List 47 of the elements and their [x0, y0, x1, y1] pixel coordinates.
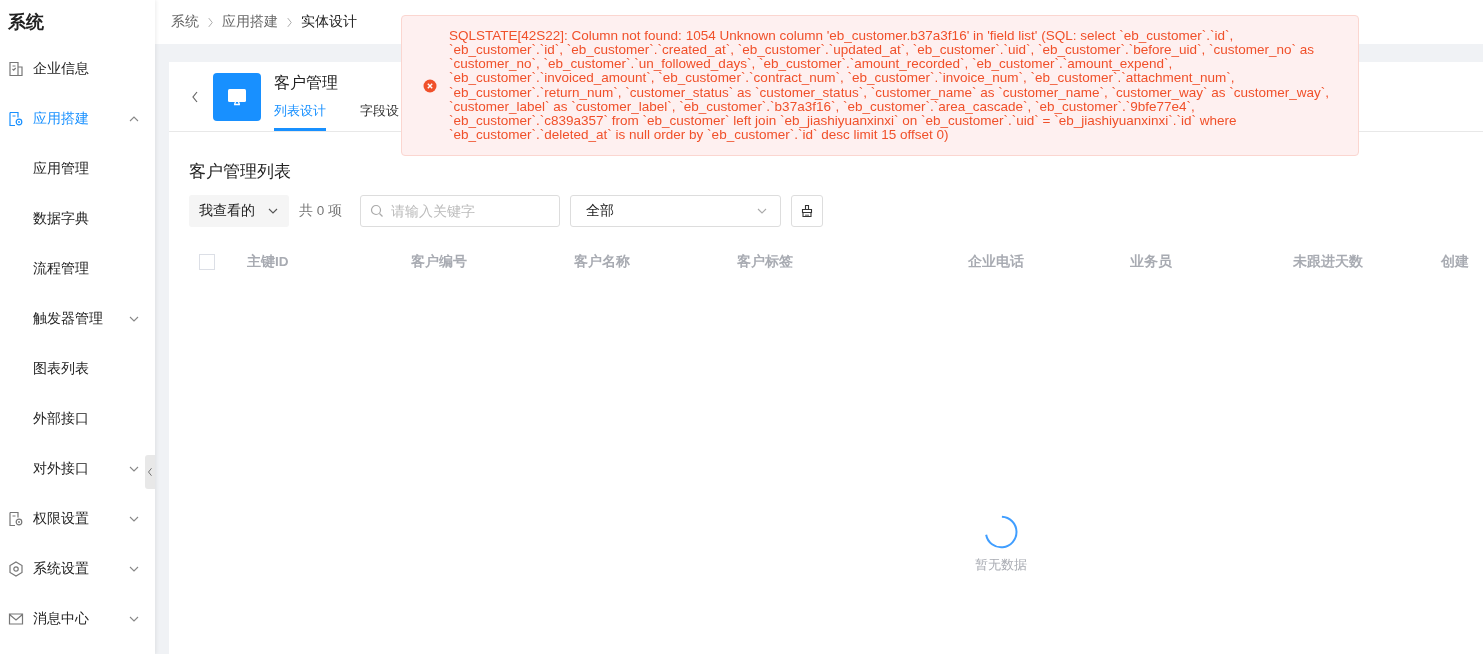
clear-button[interactable]	[791, 195, 823, 227]
sidebar-item[interactable]: 触发器管理	[0, 294, 145, 344]
sidebar-item[interactable]: 权限设置	[0, 494, 145, 544]
tab[interactable]: 字段设	[360, 102, 399, 131]
collapse-handle[interactable]	[145, 455, 155, 489]
column-header: 未跟进天数	[1293, 253, 1364, 271]
error-icon	[423, 78, 437, 93]
entity-title: 客户管理	[274, 73, 339, 93]
breadcrumb-item[interactable]: 系统	[171, 13, 199, 31]
back-icon[interactable]	[191, 90, 199, 103]
sidebar-item[interactable]: 企业信息	[0, 44, 145, 94]
column-header: 创建	[1441, 253, 1470, 271]
loading-spinner-icon	[983, 514, 1019, 550]
column-header: 客户编号	[411, 253, 468, 271]
breadcrumb-item[interactable]: 应用搭建	[222, 13, 278, 31]
filter-dropdown[interactable]: 我查看的	[189, 195, 289, 227]
breadcrumb-item: 实体设计	[301, 13, 357, 31]
column-header: 客户标签	[737, 253, 794, 271]
document-icon	[8, 61, 24, 77]
search-field[interactable]: 请输入关键字	[360, 195, 560, 227]
select-dropdown[interactable]: 全部	[570, 195, 781, 227]
sidebar-item[interactable]: 图表列表	[0, 344, 145, 394]
mail-icon	[8, 611, 24, 627]
chevron-right-icon	[286, 16, 293, 28]
sidebar-item[interactable]: 流程管理	[0, 244, 145, 294]
document-gear-icon	[8, 111, 24, 127]
error-text: SQLSTATE[42S22]: Column not found: 1054 Unknown column 'eb_customer.b37a3f16' in 'field list' (SQL: select `eb_customer`.`id`, `eb_customer`.`id`, `eb_customer`.`created_at`, `eb_customer`.`updated_at`, `eb_customer`.`uid`, `eb_customer`.`before_uid`, `customer_no` as `customer_no`, `eb_customer`.`un_followed_days`, `eb_customer`.`amount_recorded`, `eb_customer`.`amount_expend`, `eb_customer`.`invoiced_amount`, `eb_customer`.`contract_num`, `eb_customer`.`invoice_num`, `eb_customer`.`attachment_num`, `eb_customer`.`return_num`, `customer_status` as `customer_status`, `customer_name` as `customer_name`, `customer_way` as `customer_way`, `customer_label` as `customer_label`, `eb_customer`.`b37a3f16`, `eb_customer`.`area_cascade`, `eb_customer`.`9bfe77e4`, `eb_customer`.`c839a357` from `eb_customer` left join `eb_jiashiyuanxinxi` on `eb_customer`.`uid` = `eb_jiashiyuanxinxi`.`id` where `eb_customer`.`deleted_at` is null order by `eb_customer`.`id` desc limit 15 offset 0)	[449, 28, 1331, 143]
column-header: 客户名称	[574, 253, 631, 271]
column-header: 主键ID	[247, 253, 290, 271]
sidebar-item[interactable]: 应用管理	[0, 144, 145, 194]
sidebar-item[interactable]: 系统设置	[0, 544, 145, 594]
settings-icon	[8, 561, 24, 577]
chevron-right-icon	[207, 16, 214, 28]
column-header: 业务员	[1130, 253, 1173, 271]
checkbox[interactable]	[199, 254, 215, 270]
document-gear-icon	[8, 511, 24, 527]
list-title: 客户管理列表	[189, 161, 292, 183]
sidebar-item[interactable]: 外部接口	[0, 394, 145, 444]
empty-text: 暂无数据	[975, 556, 1027, 574]
sidebar-item[interactable]: 数据字典	[0, 194, 145, 244]
sidebar-item[interactable]: 消息中心	[0, 594, 145, 644]
item-count: 共 0 项	[299, 202, 342, 220]
broom-icon	[800, 204, 814, 218]
column-header: 企业电话	[968, 253, 1025, 271]
sidebar-item[interactable]: 对外接口	[0, 444, 145, 494]
sidebar-title: 系统	[7, 11, 45, 34]
monitor-icon	[213, 72, 261, 121]
